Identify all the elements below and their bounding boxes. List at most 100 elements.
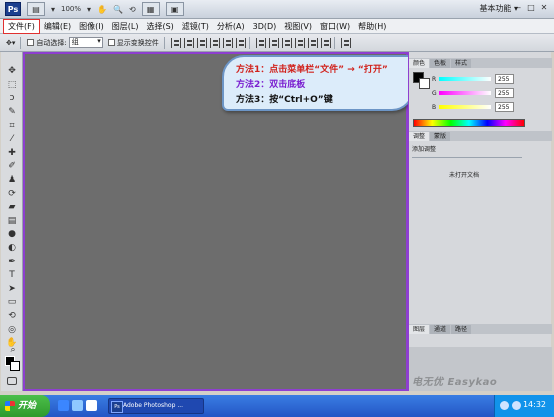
word-icon[interactable] [86, 400, 97, 411]
menu-layer[interactable]: 图层(L) [108, 20, 143, 33]
tab-layers[interactable]: 图层 [409, 325, 430, 334]
clone-stamp-tool-icon[interactable]: ♟ [6, 175, 18, 185]
green-channel-row: G 255 [432, 88, 514, 98]
menu-view[interactable]: 视图(V) [280, 20, 316, 33]
zoom-dropdown-icon[interactable]: ▾ [87, 2, 91, 16]
tab-paths[interactable]: 路径 [451, 325, 472, 334]
tab-color[interactable]: 颜色 [409, 59, 430, 68]
background-color-chip[interactable] [419, 78, 430, 89]
distribute-vcenter-icon[interactable] [268, 37, 279, 48]
arrange-docs-icon[interactable]: ▦ [141, 2, 160, 16]
tab-adjustments[interactable]: 调整 [409, 132, 430, 141]
move-tool-icon[interactable]: ✥ [6, 66, 18, 76]
eraser-tool-icon[interactable]: ▰ [6, 202, 18, 212]
maximize-button[interactable]: □ [526, 3, 536, 13]
color-spectrum[interactable] [413, 119, 525, 127]
distribute-bottom-icon[interactable] [281, 37, 292, 48]
close-button[interactable]: ✕ [539, 3, 549, 13]
workspace-switcher[interactable]: 基本功能 ▾ [479, 3, 518, 14]
minibridge-icon[interactable]: ▾ [51, 2, 55, 16]
menu-window[interactable]: 窗口(W) [316, 20, 354, 33]
eyedropper-tool-icon[interactable]: ⁄ [6, 134, 18, 144]
distribute-left-icon[interactable] [294, 37, 305, 48]
hand-tool-icon[interactable]: ✋ [97, 2, 107, 16]
blur-tool-icon[interactable]: ● [6, 229, 18, 239]
3d-rotate-tool-icon[interactable]: ⟲ [6, 311, 18, 321]
clock[interactable]: 14:32 [523, 400, 546, 409]
right-panels: 颜色 色板 样式 R 255 G 255 B 255 调整 蒙版 添加调整 未打… [408, 52, 552, 391]
menu-select[interactable]: 选择(S) [142, 20, 177, 33]
rotate-view-icon[interactable]: ⟲ [129, 2, 136, 16]
callout-method-3: 方法3：按“Ctrl+O”键 [236, 95, 333, 105]
menu-analysis[interactable]: 分析(A) [213, 20, 249, 33]
gradient-tool-icon[interactable]: ▤ [6, 216, 18, 226]
zoom-tool-icon[interactable]: 🔍 [113, 2, 123, 16]
menu-3d[interactable]: 3D(D) [249, 20, 281, 33]
history-brush-tool-icon[interactable]: ⟳ [6, 189, 18, 199]
ie-icon[interactable] [58, 400, 69, 411]
green-value[interactable]: 255 [495, 88, 514, 98]
auto-align-icon[interactable] [340, 37, 351, 48]
brush-tool-icon[interactable]: ✐ [6, 161, 18, 171]
healing-brush-tool-icon[interactable]: ✚ [6, 148, 18, 158]
move-tool-icon[interactable]: ✥▾ [6, 39, 15, 47]
menu-file[interactable]: 文件(F) [3, 18, 40, 34]
distribute-hcenter-icon[interactable] [307, 37, 318, 48]
zoom-level[interactable]: 100% [61, 5, 81, 13]
align-right-icon[interactable] [235, 37, 246, 48]
pen-tool-icon[interactable]: ✒ [6, 257, 18, 267]
green-slider[interactable] [439, 91, 491, 95]
auto-select-dropdown[interactable]: 组 [68, 37, 103, 48]
green-label: G [432, 89, 437, 97]
align-bottom-icon[interactable] [196, 37, 207, 48]
network-icon[interactable] [500, 401, 509, 410]
distribute-top-icon[interactable] [255, 37, 266, 48]
zoom-tool-icon[interactable]: ⌕ [7, 345, 19, 355]
blue-value[interactable]: 255 [495, 102, 514, 112]
marquee-tool-icon[interactable]: ⬚ [6, 80, 18, 90]
quick-mask-icon[interactable] [7, 377, 17, 385]
align-hcenter-icon[interactable] [222, 37, 233, 48]
menu-edit[interactable]: 编辑(E) [40, 20, 75, 33]
tab-masks[interactable]: 蒙版 [430, 132, 451, 141]
red-value[interactable]: 255 [495, 74, 514, 84]
3d-orbit-tool-icon[interactable]: ◎ [6, 325, 18, 335]
blue-label: B [432, 103, 437, 111]
align-vcenter-icon[interactable] [183, 37, 194, 48]
blue-channel-row: B 255 [432, 102, 514, 112]
start-button[interactable]: 开始 [0, 395, 50, 417]
align-left-icon[interactable] [209, 37, 220, 48]
no-document-text: 未打开文档 [449, 172, 480, 179]
taskbar-photoshop-button[interactable]: Adobe Photoshop ... [108, 398, 204, 414]
red-slider[interactable] [439, 77, 491, 81]
show-transform-option[interactable]: 显示变换控件 [107, 38, 159, 48]
minimize-button[interactable]: – [514, 3, 524, 13]
auto-select-checkbox[interactable] [27, 39, 35, 46]
auto-select-option[interactable]: 自动选择: 组 [27, 37, 103, 48]
menu-filter[interactable]: 滤镜(T) [178, 20, 213, 33]
screen-mode-icon[interactable]: ▣ [165, 2, 184, 16]
dodge-tool-icon[interactable]: ◐ [6, 243, 18, 253]
show-desktop-icon[interactable] [72, 400, 83, 411]
bridge-icon[interactable]: ▤ [27, 2, 45, 16]
volume-icon[interactable] [512, 401, 521, 410]
show-transform-checkbox[interactable] [107, 39, 115, 46]
type-tool-icon[interactable]: T [6, 270, 18, 280]
shape-tool-icon[interactable]: ▭ [6, 297, 18, 307]
quick-select-tool-icon[interactable]: ✎ [6, 107, 18, 117]
crop-tool-icon[interactable]: ⌗ [6, 121, 18, 131]
add-adjustment-label: 添加调整 [412, 146, 437, 153]
lasso-tool-icon[interactable]: ↄ [6, 93, 18, 103]
tab-styles[interactable]: 样式 [451, 59, 472, 68]
divider [163, 36, 165, 49]
menu-help[interactable]: 帮助(H) [354, 20, 390, 33]
distribute-right-icon[interactable] [320, 37, 331, 48]
path-select-tool-icon[interactable]: ➤ [6, 284, 18, 294]
menu-image[interactable]: 图像(I) [75, 20, 108, 33]
tab-channels[interactable]: 通道 [430, 325, 451, 334]
background-color-swatch[interactable] [10, 361, 20, 371]
tab-swatches[interactable]: 色板 [430, 59, 451, 68]
blue-slider[interactable] [439, 105, 491, 109]
align-top-icon[interactable] [170, 37, 181, 48]
red-channel-row: R 255 [432, 74, 514, 84]
